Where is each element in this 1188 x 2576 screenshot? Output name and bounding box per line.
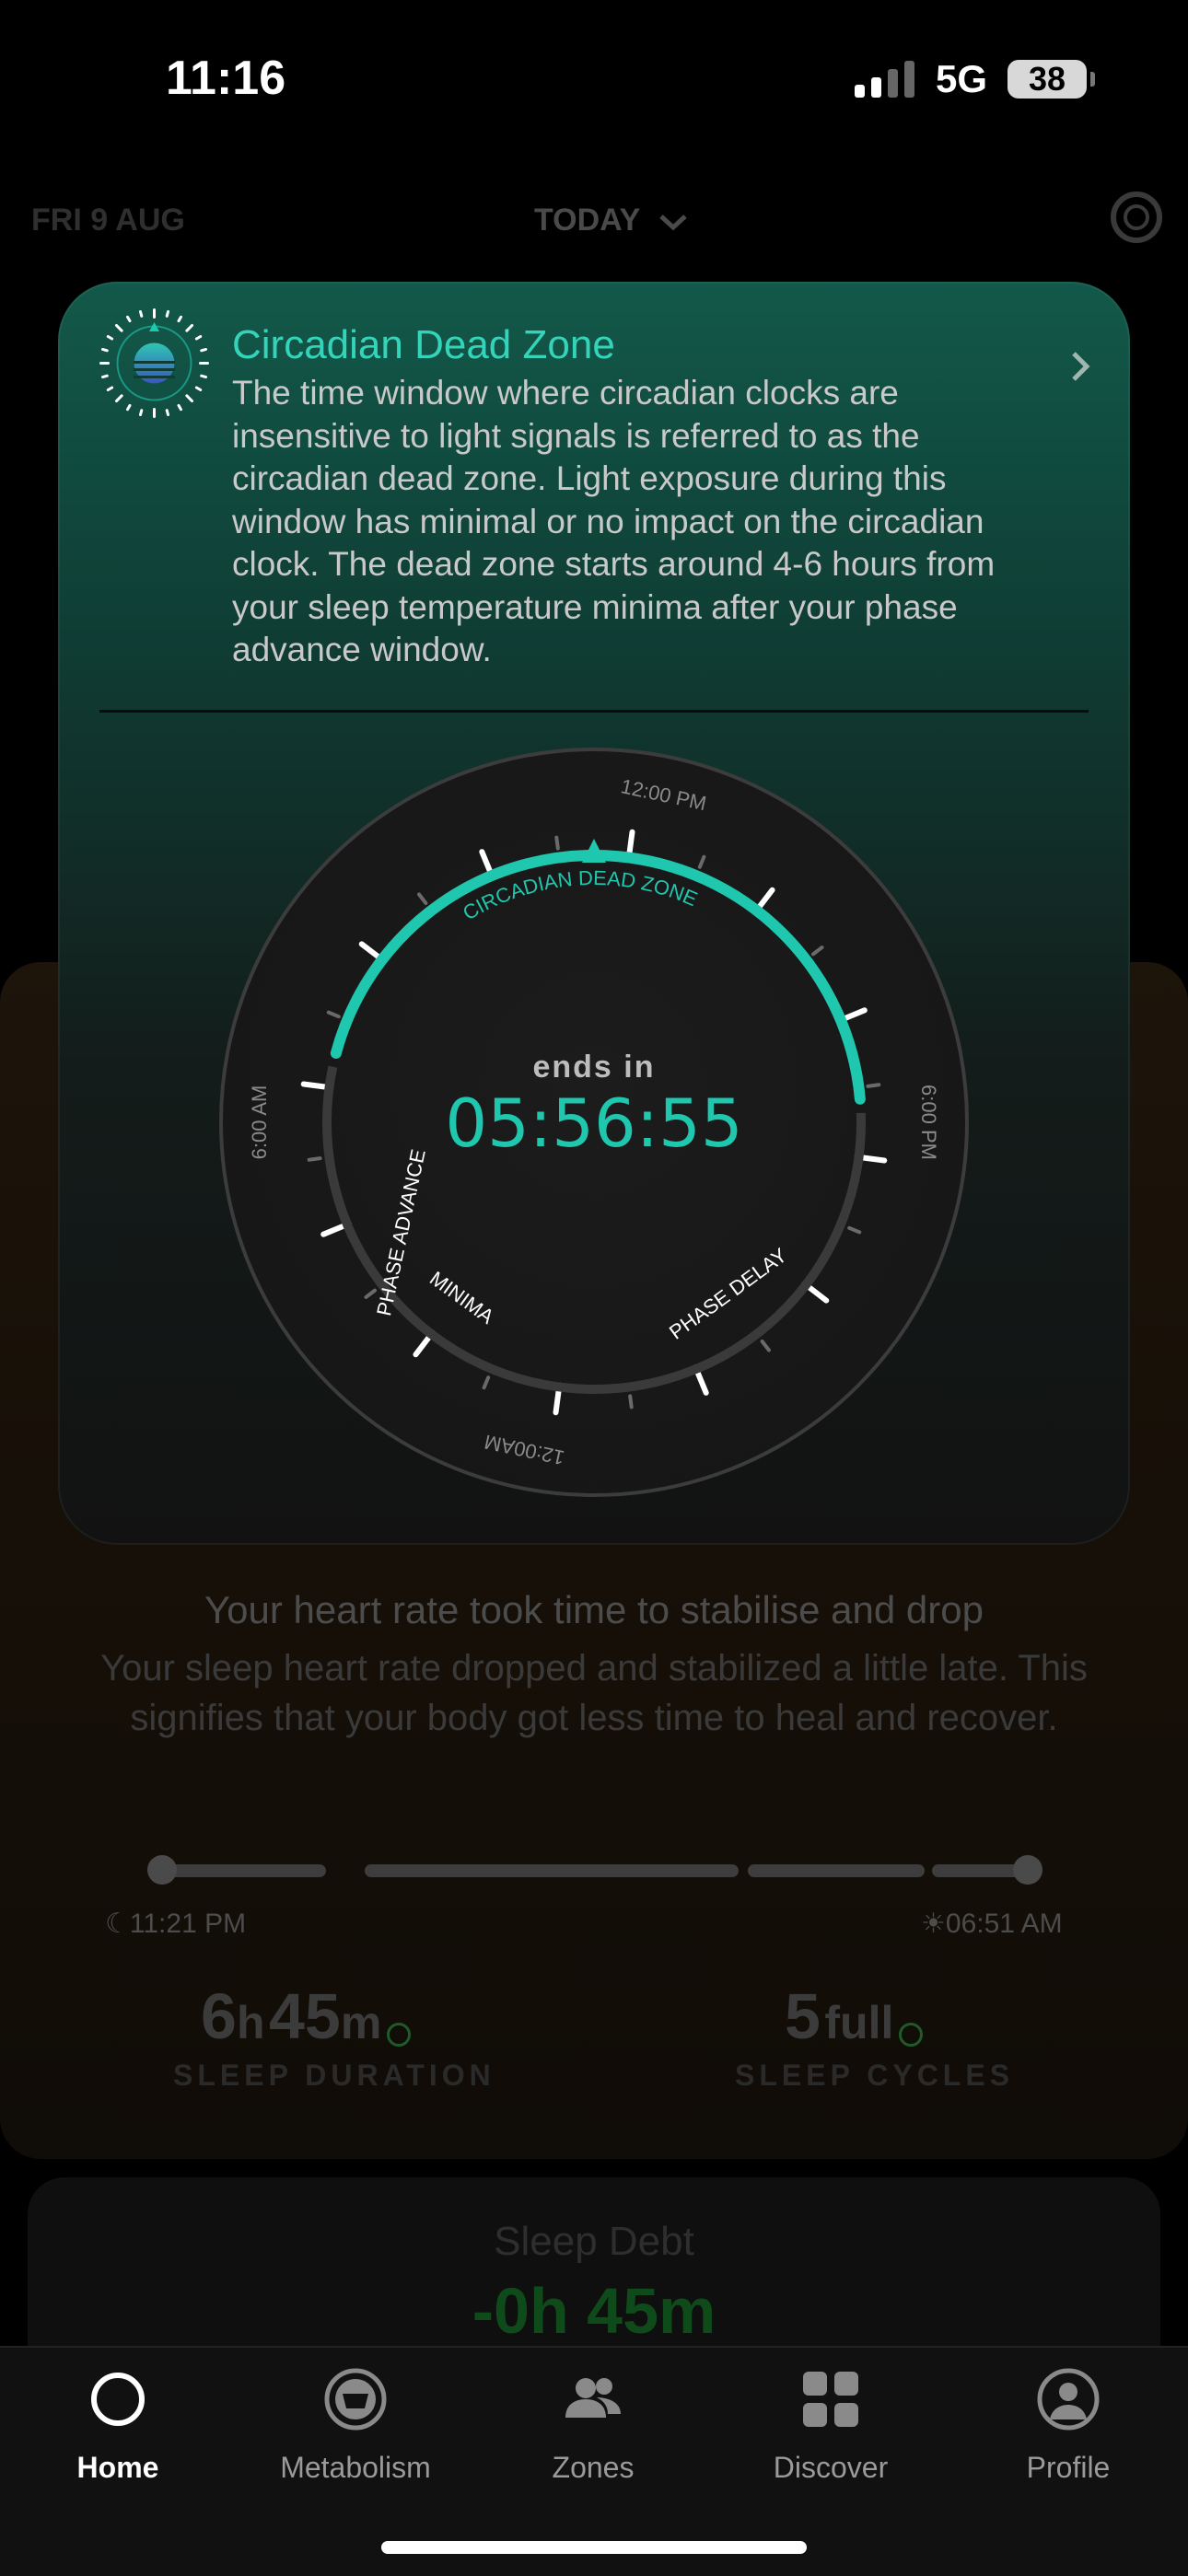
sleep-cycles-label: SLEEP CYCLES — [735, 2059, 1015, 2092]
nav-discover[interactable]: Discover — [729, 2366, 932, 2485]
icon-tick — [100, 374, 109, 379]
icon-tick — [200, 374, 208, 379]
sleep-timeline — [147, 1855, 1042, 1885]
countdown-timer: 05:56:55 — [445, 1085, 742, 1162]
icon-tick — [177, 315, 182, 323]
chevron-down-icon — [659, 215, 687, 231]
icon-tick — [185, 323, 194, 332]
icon-tick — [126, 315, 132, 323]
dial-label-right: 6:00 PM — [917, 1085, 940, 1160]
nav-label: Discover — [773, 2451, 889, 2484]
dial-minor-tick — [866, 1083, 881, 1088]
today-label: TODAY — [534, 203, 640, 238]
icon-tick — [126, 403, 132, 412]
icon-tick — [185, 394, 194, 403]
header-date[interactable]: FRI 9 AUG — [31, 203, 185, 238]
nav-zones[interactable]: Zones — [492, 2366, 694, 2485]
icon-tick — [106, 386, 114, 391]
sleep-card-description: Your sleep heart rate dropped and stabil… — [100, 1648, 1088, 1738]
status-time: 11:16 — [166, 52, 286, 105]
check-icon — [387, 2022, 412, 2047]
icon-tick — [165, 409, 170, 417]
battery-indicator: 38 — [1007, 60, 1095, 99]
icon-tick — [177, 403, 182, 412]
icon-tick — [114, 323, 123, 332]
dial-label-left: 6:00 AM — [248, 1085, 271, 1160]
sleep-duration-value: 6h 45m — [201, 1979, 412, 2053]
sleep-cycles-value: 5 full — [785, 1979, 924, 2053]
icon-tick — [194, 335, 203, 341]
card-title: Circadian Dead Zone — [232, 322, 615, 367]
nav-label: Zones — [552, 2451, 635, 2484]
header-today-selector[interactable]: TODAY — [534, 203, 689, 238]
card-divider — [99, 710, 1089, 713]
nav-metabolism[interactable]: Metabolism — [254, 2366, 457, 2485]
sun-icon: ☀ — [921, 1909, 946, 1939]
icon-tick — [200, 347, 208, 353]
icon-tick — [165, 309, 170, 318]
chevron-right-icon[interactable] — [1068, 348, 1094, 385]
home-ring-icon — [91, 2373, 145, 2426]
circadian-dial: 12:00 PM6:00 PM12:00AM6:00 AMPHASE ADVAN… — [219, 748, 969, 1497]
icon-tick — [106, 335, 114, 341]
discover-grid-icon — [803, 2372, 858, 2427]
icon-tick — [100, 347, 109, 353]
sun-dial-icon — [99, 308, 209, 418]
timeline-end-dot — [1013, 1855, 1042, 1885]
sleep-end-time: ☀06:51 AM — [921, 1909, 1063, 1939]
moon-icon: ☾ — [105, 1909, 130, 1939]
zones-people-icon — [565, 2378, 621, 2418]
signal-icon — [854, 61, 914, 98]
nav-label: Metabolism — [280, 2451, 431, 2484]
nav-home[interactable]: Home — [17, 2366, 219, 2485]
icon-tick — [114, 394, 123, 403]
dial-minor-tick — [628, 1394, 634, 1410]
countdown-caption: ends in — [532, 1050, 655, 1085]
timeline-start-dot — [147, 1855, 177, 1885]
nav-label: Profile — [1026, 2451, 1111, 2484]
sleep-debt-value: -0h 45m — [472, 2275, 716, 2347]
icon-tick — [194, 386, 203, 391]
nav-label: Home — [76, 2451, 159, 2484]
status-indicators: 5G 38 — [854, 57, 1095, 101]
profile-icon — [1037, 2368, 1100, 2431]
check-icon — [899, 2022, 924, 2047]
network-type: 5G — [935, 57, 987, 100]
card-description: The time window where circadian clocks a… — [232, 374, 996, 668]
sleep-start-time: ☾11:21 PM — [105, 1909, 247, 1939]
sleep-card-title: Your heart rate took time to stabilise a… — [204, 1588, 984, 1631]
sleep-debt-title: Sleep Debt — [494, 2219, 694, 2264]
nav-profile[interactable]: Profile — [967, 2366, 1170, 2485]
dial-minor-tick — [307, 1156, 322, 1162]
home-indicator[interactable] — [381, 2541, 807, 2554]
metabolism-icon — [324, 2368, 387, 2431]
sleep-duration-label: SLEEP DURATION — [173, 2059, 495, 2092]
ring-icon[interactable] — [1111, 191, 1162, 243]
icon-tick — [138, 409, 144, 417]
icon-tick — [138, 309, 144, 318]
dial-minor-tick — [554, 835, 560, 851]
